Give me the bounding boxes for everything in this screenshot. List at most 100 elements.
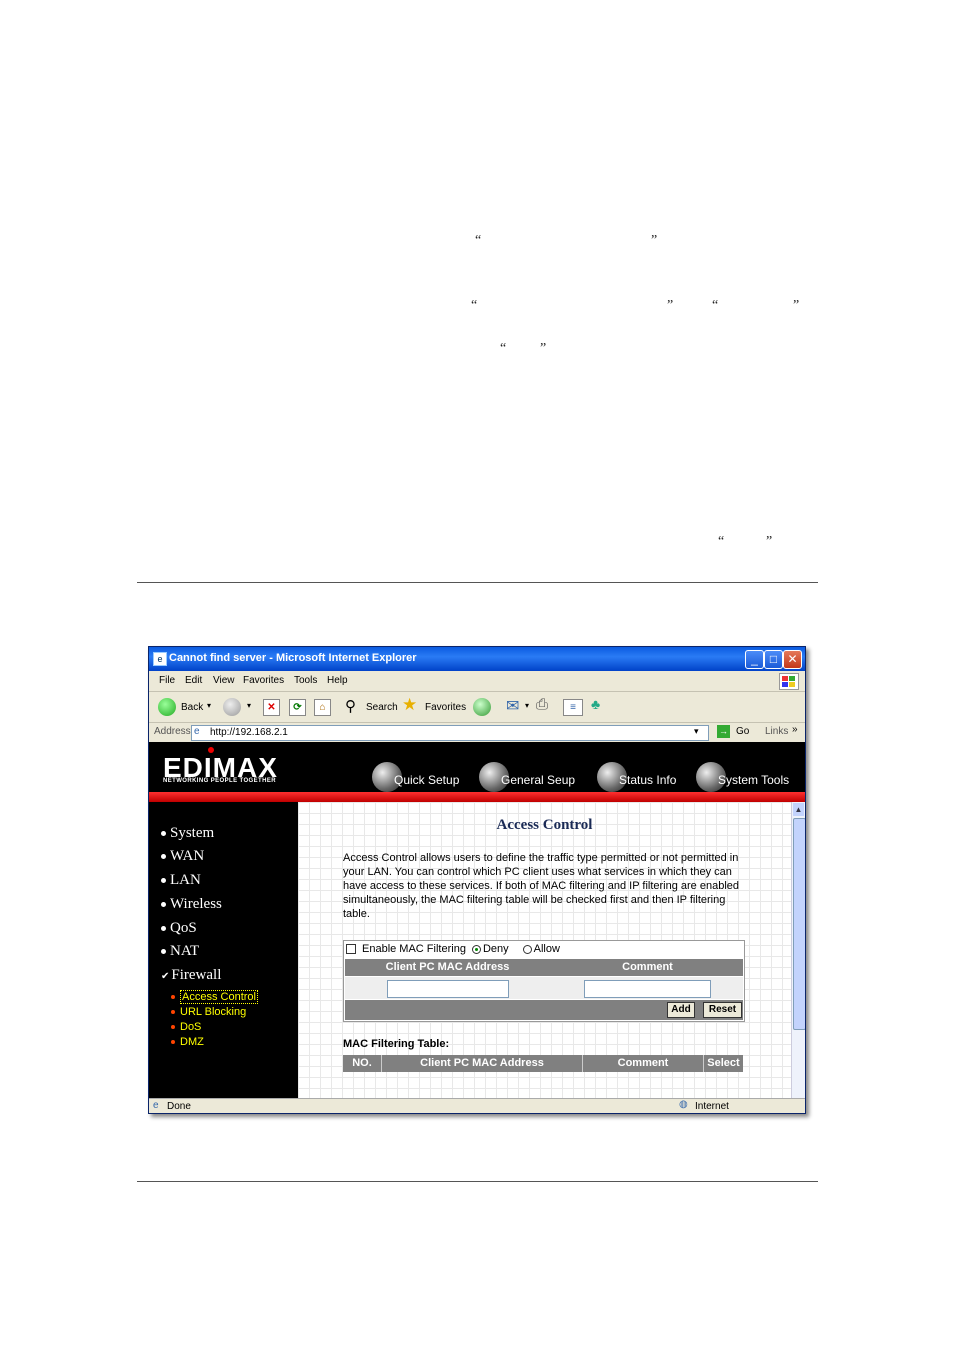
forward-dropdown-icon[interactable]: ▾ (247, 701, 251, 710)
home-icon[interactable]: ⌂ (314, 699, 331, 716)
edit-icon[interactable]: ≡ (563, 699, 583, 716)
menu-edit[interactable]: Edit (185, 675, 202, 686)
bullet-icon (161, 878, 166, 884)
messenger-icon[interactable]: ♣ (591, 696, 600, 712)
allow-radio[interactable] (522, 944, 532, 954)
go-button[interactable]: Go (736, 726, 749, 737)
bullet-icon (161, 949, 166, 955)
maximize-button[interactable]: □ (764, 650, 783, 669)
comment-input[interactable] (584, 980, 711, 998)
quote-close-4: ” (540, 341, 547, 356)
title-bar: e Cannot find server - Microsoft Interne… (149, 647, 805, 671)
mac-filter-options: Enable MAC Filtering Deny Allow (346, 943, 560, 955)
logo-dot (208, 747, 214, 753)
sidebar-sub-dmz[interactable]: DMZ (171, 1036, 204, 1048)
mac-address-input[interactable] (387, 980, 509, 998)
back-dropdown-icon[interactable]: ▾ (207, 701, 211, 710)
windows-logo-icon (779, 673, 799, 690)
print-icon[interactable]: ⎙ (536, 696, 548, 713)
bullet-icon (171, 1010, 175, 1015)
sidebar-item-qos[interactable]: QoS (161, 920, 197, 937)
sidebar-item-firewall[interactable]: ✔ Firewall (161, 967, 221, 984)
minimize-button[interactable]: _ (745, 650, 764, 669)
scroll-up-icon[interactable]: ▲ (793, 803, 804, 816)
mail-dropdown-icon[interactable]: ▾ (525, 701, 529, 710)
add-button[interactable]: Add (667, 1002, 695, 1018)
go-arrow-icon[interactable]: → (717, 725, 730, 738)
close-button[interactable]: ✕ (783, 650, 802, 669)
reset-button[interactable]: Reset (703, 1002, 742, 1018)
address-value: http://192.168.2.1 (210, 727, 288, 738)
enable-mac-label: Enable MAC Filtering (362, 943, 466, 955)
favorites-star-icon[interactable]: ★ (402, 695, 417, 715)
address-input[interactable]: e http://192.168.2.1 ▾ (191, 725, 709, 741)
logo-tagline: NETWORKING PEOPLE TOGETHER (163, 778, 276, 784)
menu-view[interactable]: View (213, 675, 235, 686)
menu-favorites[interactable]: Favorites (243, 675, 284, 686)
sidebar-sub-url-blocking[interactable]: URL Blocking (171, 1006, 246, 1018)
address-label: Address (154, 726, 191, 737)
quote-open-5: “ (718, 534, 725, 549)
sidebar-sub-access-control[interactable]: Access Control (171, 990, 258, 1004)
back-label[interactable]: Back (181, 702, 203, 713)
quote-close-5: ” (766, 534, 773, 549)
globe-icon: ◍ (679, 1099, 688, 1110)
sidebar-item-label: Firewall (171, 967, 222, 983)
refresh-icon[interactable]: ⟳ (289, 699, 306, 716)
menu-file[interactable]: File (159, 675, 175, 686)
history-icon[interactable] (473, 698, 491, 716)
sidebar-item-lan[interactable]: LAN (161, 872, 201, 889)
page-title: Access Control (496, 817, 593, 833)
bullet-icon (161, 831, 166, 837)
quote-open-3: “ (712, 298, 719, 313)
sidebar-item-wan[interactable]: WAN (161, 848, 204, 865)
zone-text: Internet (695, 1101, 729, 1112)
col-mac-header: Client PC MAC Address (420, 1057, 544, 1069)
router-header: EDIMAX NETWORKING PEOPLE TOGETHER Quick … (149, 742, 805, 792)
deny-label: Deny (482, 943, 509, 955)
check-icon: ✔ (161, 971, 170, 982)
quote-open-2: “ (471, 298, 478, 313)
address-dropdown-icon[interactable]: ▾ (694, 726, 699, 737)
header-red-bar (149, 792, 805, 802)
col-comment-header: Comment (617, 1057, 669, 1069)
form-header: Client PC MAC Address Comment (345, 959, 743, 976)
quote-close-1: ” (651, 233, 658, 248)
sidebar: System WAN LAN Wireless QoS NAT ✔ Firewal… (149, 802, 296, 1098)
bullet-icon (161, 926, 166, 932)
nav-label: Status Info (619, 773, 677, 787)
mail-icon[interactable]: ✉ (506, 696, 519, 716)
back-icon[interactable] (158, 698, 176, 716)
search-icon[interactable]: ⚲ (345, 697, 356, 715)
sidebar-item-label: QoS (170, 920, 197, 936)
sidebar-item-system[interactable]: System (161, 825, 214, 842)
menu-tools[interactable]: Tools (294, 675, 317, 686)
sidebar-sub-dos[interactable]: DoS (171, 1021, 201, 1033)
col-comment-header: Comment (622, 961, 673, 973)
menu-help[interactable]: Help (327, 675, 348, 686)
deny-radio[interactable] (471, 944, 481, 954)
sidebar-item-nat[interactable]: NAT (161, 943, 199, 960)
status-text: Done (167, 1101, 191, 1112)
forward-icon[interactable] (223, 698, 241, 716)
sidebar-item-wireless[interactable]: Wireless (161, 896, 222, 913)
ie-icon: e (153, 652, 167, 666)
vertical-scrollbar[interactable]: ▲ (791, 802, 805, 1098)
bullet-icon (171, 1025, 175, 1030)
favorites-label[interactable]: Favorites (425, 702, 466, 713)
chevron-right-icon[interactable]: » (792, 724, 798, 735)
browser-window: e Cannot find server - Microsoft Interne… (148, 646, 806, 1114)
stop-icon[interactable]: ✕ (263, 699, 280, 716)
quote-close-2: ” (667, 298, 674, 313)
nav-label: General Seup (501, 773, 576, 787)
enable-mac-checkbox[interactable] (346, 944, 356, 955)
divider-top (137, 582, 818, 583)
search-label[interactable]: Search (366, 702, 398, 713)
sidebar-item-label: Wireless (170, 896, 222, 912)
form-button-bar: Add Reset (345, 1000, 743, 1020)
mac-table-title: MAC Filtering Table: (343, 1038, 450, 1050)
links-button[interactable]: Links (765, 726, 788, 737)
divider-bottom (137, 1181, 818, 1182)
scroll-thumb[interactable] (793, 818, 805, 1030)
page-icon: e (194, 726, 200, 737)
